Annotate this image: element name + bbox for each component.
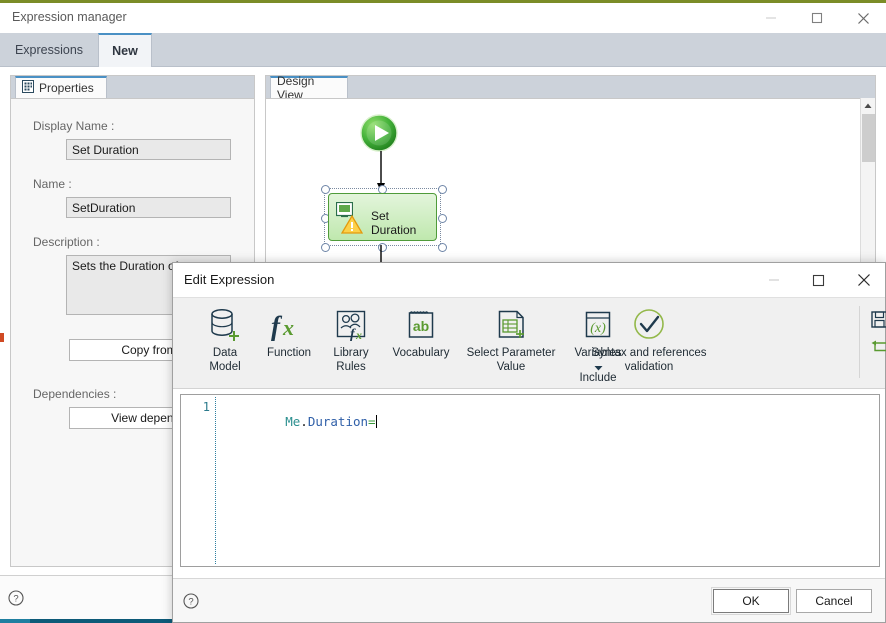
edit-expression-dialog: Edit Expression Data Model f x Function … <box>172 262 886 623</box>
ribbon-syntax-validation-label: Syntax and references validation <box>591 347 707 373</box>
minimize-icon <box>766 17 776 19</box>
minimize-button[interactable] <box>748 3 794 33</box>
dialog-help-button[interactable]: ? <box>183 593 199 609</box>
ribbon-syntax-validation-button[interactable]: Syntax and references validation <box>569 303 729 374</box>
svg-text:f: f <box>271 311 283 341</box>
tab-design-view[interactable]: Design View <box>270 74 348 102</box>
ribbon-select-parameter-value-label: Select Parameter Value <box>466 347 556 373</box>
token-equals: = <box>368 414 376 429</box>
dialog-bottom-bar: ? OK Cancel <box>173 578 885 622</box>
svg-text:?: ? <box>13 594 18 605</box>
fx-icon: f x <box>269 303 309 343</box>
resize-handle-nw[interactable] <box>321 185 330 194</box>
tab-properties-label: Properties <box>39 81 94 95</box>
save-button[interactable] <box>869 310 886 328</box>
resize-handle-ne[interactable] <box>438 185 447 194</box>
undo-icon <box>871 340 886 351</box>
ribbon-format-group-label: Format <box>863 372 886 384</box>
properties-icon <box>22 80 34 96</box>
main-titlebar: Expression manager <box>0 3 886 33</box>
maximize-icon <box>811 12 823 24</box>
token-duration: Duration <box>307 414 369 429</box>
scroll-up-button[interactable] <box>861 98 875 113</box>
warning-triangle-icon <box>340 214 364 237</box>
dialog-titlebar: Edit Expression <box>173 263 885 297</box>
screenshot-root: Expression manager Expressions New Prope… <box>0 0 886 623</box>
tab-properties[interactable]: Properties <box>15 76 107 98</box>
maximize-button[interactable] <box>794 3 840 33</box>
close-icon <box>857 12 869 24</box>
ribbon-data-model-label: Data Model <box>209 347 241 373</box>
main-help-button[interactable]: ? <box>8 590 24 606</box>
name-input[interactable]: SetDuration <box>66 197 231 218</box>
ribbon-library-rules-button[interactable]: f x Library Rules <box>323 303 379 374</box>
editor-code-line[interactable]: Me.Duration= <box>225 399 875 444</box>
ribbon-function-button[interactable]: f x Function <box>259 303 319 360</box>
editor-gutter-divider <box>215 397 216 564</box>
dialog-maximize-button[interactable] <box>796 263 841 297</box>
start-play-icon <box>360 114 398 152</box>
name-label: Name : <box>33 177 72 191</box>
help-icon: ? <box>8 590 24 606</box>
undo-button[interactable] <box>869 337 886 355</box>
ribbon-separator-1 <box>859 306 860 378</box>
token-me: Me <box>285 414 301 429</box>
edge-change-marker <box>0 333 4 342</box>
activity-node-set-duration[interactable]: Set Duration <box>328 193 437 241</box>
close-icon <box>857 274 870 286</box>
library-rules-icon: f x <box>333 303 369 343</box>
ribbon-select-parameter-value-button[interactable]: Select Parameter Value <box>451 303 571 374</box>
maximize-icon <box>812 274 825 286</box>
window-title: Expression manager <box>12 10 127 24</box>
display-name-label: Display Name : <box>33 119 115 133</box>
editor-line-number: 1 <box>202 400 210 414</box>
tab-new[interactable]: New <box>98 33 152 67</box>
ribbon-library-rules-label: Library Rules <box>333 347 369 373</box>
activity-node-label: Set Duration <box>371 209 417 237</box>
expression-editor[interactable]: 1 Me.Duration= <box>180 394 880 567</box>
scroll-up-icon <box>864 103 872 108</box>
ribbon-vocabulary-button[interactable]: ab Vocabulary <box>385 303 457 360</box>
resize-handle-se[interactable] <box>438 243 447 252</box>
minimize-icon <box>768 279 779 281</box>
svg-text:x: x <box>355 328 362 342</box>
dialog-close-button[interactable] <box>841 263 886 297</box>
design-view-tabrow <box>266 76 875 98</box>
display-name-input[interactable]: Set Duration <box>66 139 231 160</box>
vocabulary-ab-icon: ab <box>403 303 439 343</box>
save-icon <box>870 310 886 328</box>
resize-handle-sw[interactable] <box>321 243 330 252</box>
resize-handle-e[interactable] <box>438 214 447 223</box>
svg-text:x: x <box>282 315 294 340</box>
database-plus-icon <box>208 303 242 343</box>
ribbon-data-model-button[interactable]: Data Model <box>199 303 251 374</box>
main-tabstrip: Expressions New <box>0 33 886 67</box>
editor-gutter: 1 <box>181 395 215 566</box>
ok-button[interactable]: OK <box>711 587 791 615</box>
cancel-button[interactable]: Cancel <box>796 589 872 613</box>
close-button[interactable] <box>840 3 886 33</box>
help-icon: ? <box>183 593 199 609</box>
svg-text:ab: ab <box>413 318 429 334</box>
dialog-title: Edit Expression <box>184 272 275 287</box>
tab-new-label: New <box>112 44 138 58</box>
description-label: Description : <box>33 235 100 249</box>
dependencies-label: Dependencies : <box>33 387 117 401</box>
dialog-minimize-button[interactable] <box>751 263 796 297</box>
text-caret <box>375 415 377 428</box>
tab-expressions-label: Expressions <box>14 42 84 57</box>
token-dot: . <box>300 414 308 429</box>
svg-text:?: ? <box>188 597 193 608</box>
scrollbar-thumb[interactable] <box>862 114 875 162</box>
ribbon-function-label: Function <box>266 347 312 359</box>
validation-check-icon <box>630 303 668 343</box>
dialog-ribbon: Data Model f x Function f x Library Rule… <box>173 297 886 389</box>
tab-expressions[interactable]: Expressions <box>0 33 98 66</box>
select-parameter-icon <box>493 303 529 343</box>
ribbon-vocabulary-label: Vocabulary <box>392 347 450 359</box>
